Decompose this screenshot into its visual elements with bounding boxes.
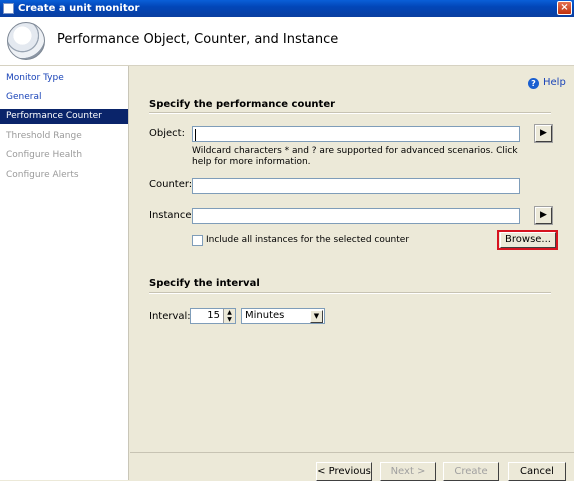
object-picker-button[interactable]: ▶ [534, 124, 553, 143]
cancel-button[interactable]: Cancel [508, 462, 566, 481]
wildcard-note: Wildcard characters * and ? are supporte… [192, 146, 518, 167]
section-divider [149, 112, 551, 114]
nav-item-performance-counter[interactable]: Performance Counter [0, 109, 128, 124]
interval-spinner[interactable]: 15 ▲ ▼ [190, 308, 236, 324]
instance-picker-button[interactable]: ▶ [534, 206, 553, 225]
counter-label: Counter: [149, 179, 193, 190]
object-label: Object: [149, 128, 185, 139]
section-divider [149, 292, 551, 294]
nav-item-configure-alerts: Configure Alerts [6, 170, 79, 180]
counter-section-title: Specify the performance counter [149, 99, 336, 110]
interval-value: 15 [207, 310, 220, 321]
text-cursor [195, 129, 196, 141]
interval-label: Interval: [149, 311, 191, 322]
interval-unit-value: Minutes [245, 310, 285, 321]
nav-item-monitor-type[interactable]: Monitor Type [0, 71, 128, 86]
page-title: Performance Object, Counter, and Instanc… [57, 32, 339, 47]
include-all-checkbox[interactable] [192, 235, 203, 246]
help-link[interactable]: Help [543, 77, 566, 88]
app-icon [3, 3, 14, 14]
title-bar[interactable]: Create a unit monitor × [0, 0, 574, 17]
wizard-page-icon [7, 22, 45, 60]
nav-item-general[interactable]: General [0, 90, 128, 105]
interval-section-title: Specify the interval [149, 278, 260, 289]
footer-divider [130, 452, 574, 453]
object-input[interactable] [192, 126, 520, 142]
nav-item-configure-health: Configure Health [6, 150, 83, 160]
next-button[interactable]: Next > [380, 462, 436, 481]
window-title: Create a unit monitor [18, 3, 140, 14]
nav-item-threshold-range: Threshold Range [6, 131, 82, 141]
counter-input[interactable] [192, 178, 520, 194]
help-icon[interactable]: ? [528, 78, 539, 89]
chevron-down-icon[interactable]: ▼ [310, 310, 323, 323]
close-button[interactable]: × [557, 1, 572, 15]
create-button[interactable]: Create [443, 462, 499, 481]
instance-label: Instance: [149, 210, 195, 221]
include-all-label[interactable]: Include all instances for the selected c… [206, 235, 409, 245]
wizard-steps-nav: Monitor Type General Performance Counter… [0, 66, 129, 480]
browse-highlight-box [497, 230, 558, 250]
spin-up-icon[interactable]: ▲ [223, 309, 235, 316]
spin-down-icon[interactable]: ▼ [223, 316, 235, 323]
interval-unit-select[interactable]: Minutes ▼ [241, 308, 325, 324]
previous-button[interactable]: < Previous [316, 462, 372, 481]
instance-input[interactable] [192, 208, 520, 224]
